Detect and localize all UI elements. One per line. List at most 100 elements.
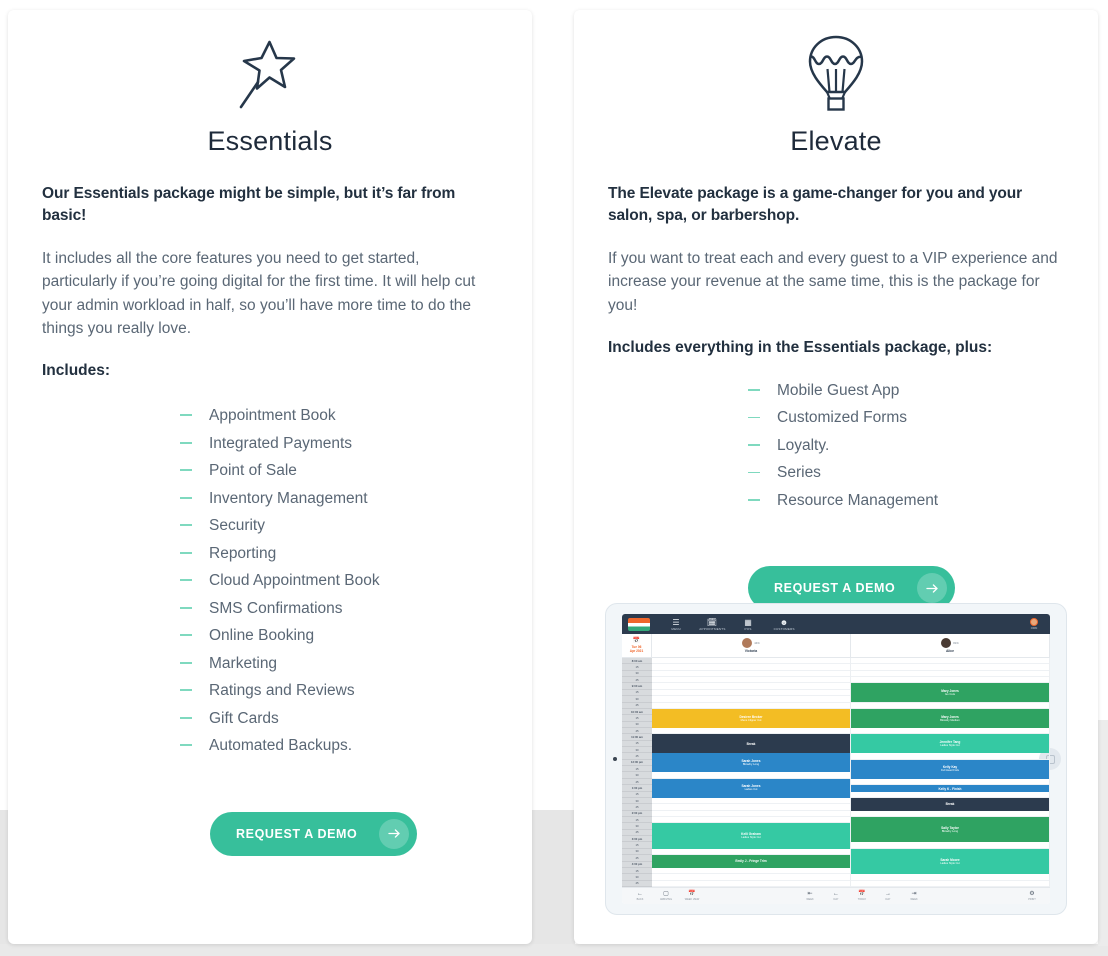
hamburger-menu-icon: ☰ — [672, 617, 680, 627]
appointment-block[interactable]: Kelly K - Finish — [851, 785, 1049, 792]
toolbar-today-button[interactable]: 📅 TODAY — [849, 891, 875, 902]
user-avatar-button[interactable]: ODIN — [1024, 618, 1044, 630]
list-item: Loyalty. — [748, 432, 1064, 460]
appointment-block[interactable]: Sarah Jones Ladies Cut — [652, 778, 850, 798]
feature-label: SMS Confirmations — [209, 599, 343, 617]
list-item: Ratings and Reviews — [180, 677, 498, 705]
magic-wand-star-icon — [8, 32, 532, 118]
time-axis-column: 8:00 am 15 30 45 9:00 am 15 30 45 10:00 am 15 30 45… — [622, 658, 652, 887]
package-paragraph: It includes all the core features you ne… — [42, 250, 476, 337]
arrow-right-icon — [917, 573, 948, 604]
dash-bullet-icon — [180, 469, 192, 471]
appointment-block[interactable]: Sarah Moore Ladies Style Cut — [851, 848, 1049, 875]
dash-bullet-icon — [180, 414, 192, 416]
toolbar-week-view-button[interactable]: 📅 WEEK VIEW — [679, 891, 705, 902]
today-icon: 📅 — [858, 890, 866, 897]
toolbar-label: TODAY — [857, 898, 867, 902]
hot-air-balloon-icon — [574, 32, 1098, 118]
feature-label: Online Booking — [209, 627, 315, 644]
background-right-strip — [1098, 720, 1108, 946]
dash-bullet-icon — [180, 606, 192, 609]
toolbar-arriving-button[interactable]: ▢ ARRIVING — [653, 891, 679, 902]
appointment-block[interactable]: Emily J - Fringe Trim — [652, 854, 850, 868]
list-item: Security — [180, 512, 498, 540]
appointment-service: Ladies Style Cut — [940, 861, 960, 865]
staff-utilization: 44% — [754, 641, 760, 645]
toolbar-prev-week-button[interactable]: ⇤ WEEK — [797, 891, 823, 902]
nav-label: POS — [744, 627, 752, 631]
list-item: Integrated Payments — [180, 430, 498, 458]
next-day-icon: → — [885, 890, 891, 897]
list-item: Series — [748, 459, 1064, 487]
toolbar-label: DAY — [833, 898, 839, 902]
calendar-icon: 🗓 — [706, 617, 718, 627]
request-demo-button-essentials[interactable]: REQUEST A DEMO — [210, 811, 418, 856]
back-arrow-icon: ← — [637, 890, 643, 897]
list-item: Inventory Management — [180, 485, 498, 513]
pricing-packages-page: Essentials Our Essentials package might … — [0, 0, 1108, 956]
person-icon: ☻ — [779, 617, 789, 627]
appointment-block[interactable]: Sarah Jones Blowdry Long — [652, 753, 850, 773]
calendar-header: 📅 Tue 06 Apr 2021 44% Victoria 81% Alice — [622, 634, 1050, 658]
package-title-wrap: Elevate — [574, 126, 1098, 159]
feature-label: Automated Backups. — [209, 737, 353, 754]
appointment-block[interactable]: Jennifer Tang Ladies Style Cut — [851, 734, 1049, 754]
dash-bullet-icon — [748, 416, 760, 419]
package-title-text: Elevate — [790, 126, 882, 156]
appointment-block[interactable]: Break — [851, 797, 1049, 811]
appointment-service: Blowdry Medium — [940, 718, 960, 722]
next-week-icon: ⇥ — [911, 890, 917, 897]
toolbar-next-week-button[interactable]: ⇥ WEEK — [901, 891, 927, 902]
appointment-block[interactable]: Kelly Kay Full Head Foils — [851, 759, 1049, 779]
toolbar-back-button[interactable]: ← BACK — [627, 891, 653, 902]
prev-day-icon: ← — [833, 890, 839, 897]
toolbar-label: DAY — [885, 898, 891, 902]
feature-label: Security — [209, 517, 265, 534]
nav-label: CUSTOMERS — [773, 627, 795, 631]
time-slot-label: 45 — [622, 881, 652, 887]
appointment-block[interactable]: Sally Taylor Blowdry Long — [851, 816, 1049, 843]
staff-column-header[interactable]: 44% Victoria — [652, 634, 851, 657]
appointment-client-name: Break — [746, 741, 756, 746]
list-item: Marketing — [180, 650, 498, 678]
appointment-service: Blowdry Long — [941, 829, 959, 833]
nav-label: APPOINTMENTS — [698, 627, 726, 631]
dash-bullet-icon — [180, 524, 192, 526]
feature-list-essentials: Appointment Book Integrated Payments Poi… — [42, 402, 498, 760]
print-icon: ⚙ — [1029, 890, 1035, 897]
app-logo-icon — [628, 617, 650, 631]
toolbar-print-button[interactable]: ⚙ PRINT — [1019, 891, 1045, 902]
appointment-block[interactable]: Break — [652, 734, 850, 754]
toolbar-next-day-button[interactable]: → DAY — [875, 891, 901, 902]
page-title: Elevate — [784, 126, 889, 159]
package-lede: Our Essentials package might be simple, … — [42, 185, 456, 224]
feature-label: Resource Management — [777, 491, 939, 509]
appointment-column-victoria[interactable]: Desiree Becker Mens Clipper Cut Break Sarah… — [652, 658, 851, 887]
list-item: Resource Management — [748, 487, 1064, 515]
grid-line — [652, 881, 850, 887]
list-item: Reporting — [180, 540, 498, 568]
toolbar-label: BACK — [636, 898, 644, 902]
list-item: Automated Backups. — [180, 732, 498, 760]
feature-label: Mobile Guest App — [777, 381, 900, 399]
date-picker-button[interactable]: 📅 Tue 06 Apr 2021 — [622, 634, 652, 657]
appointment-service: Ladies Cut — [744, 788, 758, 792]
nav-item-pos[interactable]: ▦ POS — [730, 618, 766, 631]
appointment-app-screen: ☰ MENU 🗓 APPOINTMENTS ▦ POS ☻ CUSTOMERS — [622, 614, 1050, 904]
feature-label: Series — [777, 464, 821, 482]
nav-label: MENU — [671, 627, 681, 631]
appointment-block[interactable]: Mary Jones Blowdry Medium — [851, 708, 1049, 728]
toolbar-label: WEEK VIEW — [684, 898, 700, 902]
appointment-block[interactable]: Mary Jones Iso Cuts — [851, 683, 1049, 703]
appointment-service: Blowdry Long — [742, 763, 760, 767]
nav-item-customers[interactable]: ☻ CUSTOMERS — [766, 618, 802, 631]
appointment-block[interactable]: Kelli Graham Ladies Style Cut — [652, 823, 850, 849]
toolbar-prev-day-button[interactable]: ← DAY — [823, 891, 849, 902]
feature-list-elevate: Mobile Guest App Customized Forms Loyalt… — [608, 377, 1064, 515]
appointment-block[interactable]: Desiree Becker Mens Clipper Cut — [652, 708, 850, 728]
app-bottom-toolbar: ← BACK ▢ ARRIVING 📅 WEEK VIEW ⇤ WEEK ← DAY 📅 T… — [622, 887, 1050, 904]
appointment-column-alice[interactable]: Mary Jones Iso Cuts Mary Jones Blowdry Medi… — [851, 658, 1050, 887]
staff-column-header[interactable]: 81% Alice — [851, 634, 1050, 657]
nav-item-menu[interactable]: ☰ MENU — [658, 618, 694, 631]
nav-item-appointments[interactable]: 🗓 APPOINTMENTS — [694, 618, 730, 631]
